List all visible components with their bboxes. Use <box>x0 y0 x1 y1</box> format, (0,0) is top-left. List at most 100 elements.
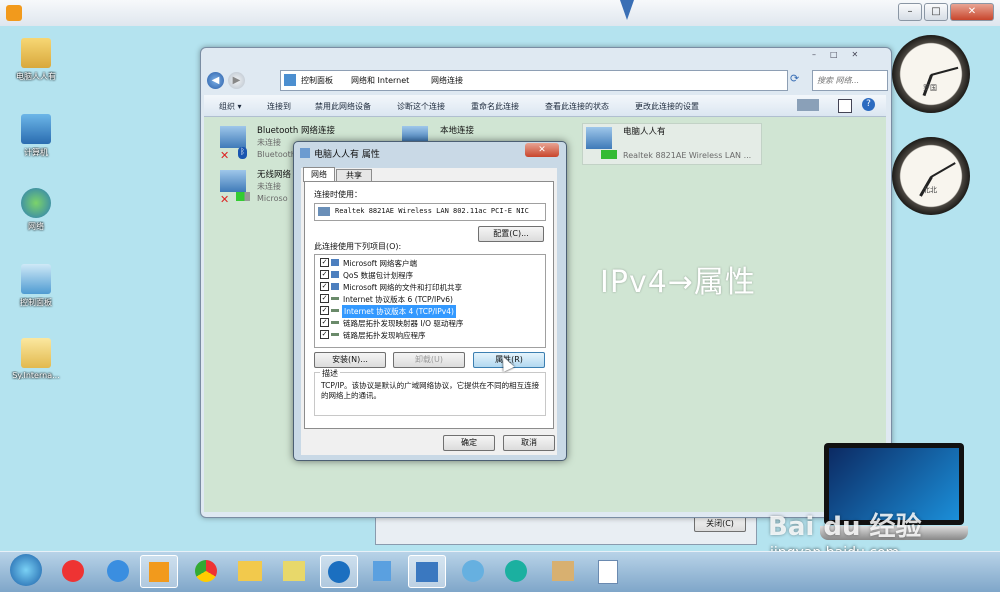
taskbar-app-icon[interactable] <box>55 555 91 586</box>
change-settings-command[interactable]: 更改此连接的设置 <box>635 101 699 112</box>
item-icon <box>331 259 339 266</box>
clock-hand-minute <box>930 66 959 76</box>
maximize-button[interactable]: □ <box>924 3 948 21</box>
connect-using-label: 连接时使用： <box>314 190 362 199</box>
item-checkbox[interactable]: ✓ <box>320 258 329 267</box>
desktop-icon-computer[interactable]: 计算机 <box>8 114 64 158</box>
adapter-name: Bluetooth 网络连接 <box>257 126 335 136</box>
connect-to-command[interactable]: 连接到 <box>267 101 291 112</box>
list-item[interactable]: ✓ Microsoft 网络客户端 <box>318 257 542 268</box>
desktop-icon-folder[interactable]: Sy.Interna... <box>8 338 64 380</box>
dialog-close-button[interactable]: ✕ <box>525 143 559 157</box>
pin-icon <box>620 0 634 20</box>
taskbar-app-icon[interactable] <box>364 555 400 586</box>
protocol-icon <box>331 321 339 324</box>
close-button[interactable]: 关闭(C) <box>694 516 746 532</box>
adapter-wifi-active[interactable]: 电脑人人有 Realtek 8821AE Wireless LAN ... <box>582 123 762 165</box>
list-item[interactable]: ✓ QoS 数据包计划程序 <box>318 269 542 280</box>
cancel-button[interactable]: 取消 <box>503 435 555 451</box>
diagnose-command[interactable]: 诊断这个连接 <box>397 101 445 112</box>
desktop-icon-control-panel[interactable]: 控制面板 <box>8 264 64 308</box>
network-connections-taskbar-icon[interactable] <box>408 555 446 588</box>
desktop-icon-network[interactable]: 网络 <box>8 188 64 232</box>
protocol-icon <box>331 309 339 312</box>
file-explorer-icon[interactable] <box>232 555 268 586</box>
desktop-icon-label: 电脑人人有 <box>16 72 56 81</box>
help-icon[interactable]: ? <box>862 98 875 111</box>
breadcrumb-network-connections[interactable]: 网络连接 <box>431 75 463 86</box>
disable-device-command[interactable]: 禁用此网络设备 <box>315 101 371 112</box>
adapter-status: 未连接 <box>257 182 281 191</box>
adapter-name: 无线网络 <box>257 170 292 180</box>
adapter-wireless[interactable]: ✕ 无线网络 未连接 Microso <box>218 168 298 208</box>
control-panel-icon <box>21 264 51 294</box>
address-bar[interactable]: 控制面板 网络和 Internet 网络连接 <box>280 70 788 91</box>
network-adapter-icon <box>220 170 246 192</box>
media-player-icon[interactable] <box>140 555 178 588</box>
clock-gadget: 北北 <box>892 137 970 215</box>
watermark-brand: Bai du 经验 <box>768 512 922 542</box>
chrome-icon[interactable] <box>188 555 224 586</box>
clock-city: 罗国 <box>923 84 937 92</box>
uninstall-button[interactable]: 卸载(U) <box>393 352 465 368</box>
list-item[interactable]: ✓ 链路层拓扑发现映射器 I/O 驱动程序 <box>318 317 542 328</box>
view-options-icon[interactable] <box>797 99 819 111</box>
taskbar-app-icon[interactable] <box>320 555 358 588</box>
item-checkbox[interactable]: ✓ <box>320 294 329 303</box>
protocol-icon <box>331 297 339 300</box>
notepad-icon[interactable] <box>590 555 626 586</box>
close-window-button[interactable]: ✕ <box>950 3 994 21</box>
breadcrumb-network-internet[interactable]: 网络和 Internet <box>351 75 409 86</box>
folder-icon <box>21 338 51 368</box>
adapter-device: Realtek 8821AE Wireless LAN ... <box>623 151 752 160</box>
paint-icon[interactable] <box>545 555 581 586</box>
start-button[interactable] <box>10 554 42 586</box>
item-checkbox[interactable]: ✓ <box>320 270 329 279</box>
configure-button[interactable]: 配置(C)... <box>478 226 544 242</box>
item-checkbox[interactable]: ✓ <box>320 330 329 339</box>
minimize-button[interactable]: – <box>898 3 922 21</box>
list-item[interactable]: ✓ 链路层拓扑发现响应程序 <box>318 329 542 340</box>
internet-explorer-icon[interactable] <box>100 555 136 586</box>
bluetooth-icon: ᛒ <box>238 147 247 159</box>
rename-command[interactable]: 重命名此连接 <box>471 101 519 112</box>
back-button[interactable]: ◀ <box>207 72 224 89</box>
item-label: Internet 协议版本 6 (TCP/IPv6) <box>343 295 453 304</box>
clock-hand-minute <box>930 162 956 178</box>
ok-button[interactable]: 确定 <box>443 435 495 451</box>
item-checkbox[interactable]: ✓ <box>320 318 329 327</box>
user-folder-icon <box>21 38 51 68</box>
item-checkbox[interactable]: ✓ <box>320 282 329 291</box>
desktop-icon-user[interactable]: 电脑人人有 <box>8 38 64 82</box>
preview-pane-icon[interactable] <box>838 99 852 113</box>
adapter-name-field: Realtek 8821AE Wireless LAN 802.11ac PCI… <box>314 203 546 221</box>
taskbar-app-icon[interactable] <box>455 555 491 586</box>
item-icon <box>331 283 339 290</box>
computer-icon <box>21 114 51 144</box>
signal-bars-icon <box>601 150 617 159</box>
adapter-status: 未连接 <box>257 138 281 147</box>
list-item[interactable]: ✓ Internet 协议版本 6 (TCP/IPv6) <box>318 293 542 304</box>
clock-gadget: 罗国 <box>892 35 970 113</box>
adapter-device: Bluetooth <box>257 150 296 159</box>
desktop-icon-label: 计算机 <box>24 148 48 157</box>
forward-button[interactable]: ▶ <box>228 72 245 89</box>
signal-bars-icon <box>236 192 250 201</box>
taskbar-app-icon[interactable] <box>498 555 534 586</box>
view-status-command[interactable]: 查看此连接的状态 <box>545 101 609 112</box>
tab-network[interactable]: 网络 <box>303 167 335 182</box>
app-icon <box>6 5 22 21</box>
list-item[interactable]: ✓ Microsoft 网络的文件和打印机共享 <box>318 281 542 292</box>
list-item-selected[interactable]: ✓ Internet 协议版本 4 (TCP/IPv4) <box>318 305 542 318</box>
install-button[interactable]: 安装(N)... <box>314 352 386 368</box>
breadcrumb-control-panel[interactable]: 控制面板 <box>301 75 333 86</box>
desktop-icon-label: 网络 <box>28 222 44 231</box>
taskbar-app-icon[interactable] <box>276 555 312 586</box>
item-checkbox[interactable]: ✓ <box>320 306 329 315</box>
organize-menu[interactable]: 组织 ▾ <box>219 101 242 112</box>
network-adapter-icon <box>586 127 612 149</box>
search-input[interactable]: 搜索 网络... <box>812 70 888 91</box>
refresh-icon[interactable]: ⟳ <box>790 72 799 85</box>
annotation-text: IPv4→属性 <box>600 265 756 300</box>
network-adapter-icon <box>220 126 246 148</box>
